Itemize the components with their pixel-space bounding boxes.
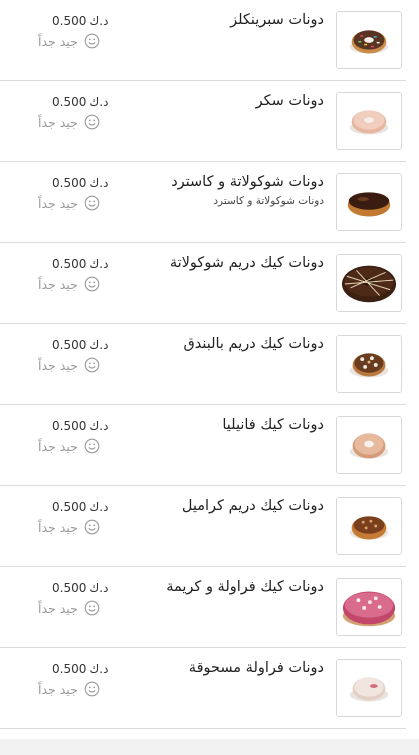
menu-item-row[interactable]: دونات كيك دريم بالبندق 0.500 د.ك جيد جداً bbox=[0, 324, 406, 405]
item-name[interactable]: دونات شوكولاتة و كاسترد bbox=[171, 174, 324, 190]
item-name[interactable]: دونات كيك فراولة و كريمة bbox=[166, 579, 324, 595]
item-name[interactable]: دونات كيك دريم شوكولاتة bbox=[170, 255, 324, 271]
menu-item-row[interactable]: دونات كيك دريم كراميل 0.500 د.ك جيد جداً bbox=[0, 486, 406, 567]
item-name[interactable]: دونات سبرينكلز bbox=[230, 12, 324, 28]
menu-item-row[interactable]: دونات سكر 0.500 د.ك جيد جداً bbox=[0, 81, 406, 162]
item-rating: جيد جداً bbox=[38, 194, 100, 212]
item-price: 0.500 د.ك bbox=[52, 176, 108, 190]
item-rating: جيد جداً bbox=[38, 518, 100, 536]
footer-bar bbox=[0, 739, 419, 755]
item-price: 0.500 د.ك bbox=[52, 257, 108, 271]
item-image[interactable] bbox=[336, 92, 402, 150]
powdered-strawberry-donut-image bbox=[337, 660, 401, 716]
item-name[interactable]: دونات كيك دريم كراميل bbox=[182, 498, 324, 514]
smile-icon bbox=[84, 681, 100, 697]
menu-item-row[interactable]: دونات فراولة مسحوقة 0.500 د.ك جيد جداً bbox=[0, 648, 406, 729]
vanilla-donut-image bbox=[337, 417, 401, 473]
chocolate-custard-donut-image bbox=[337, 174, 401, 230]
item-price: 0.500 د.ك bbox=[52, 500, 108, 514]
item-rating: جيد جداً bbox=[38, 356, 100, 374]
item-image[interactable] bbox=[336, 254, 402, 312]
item-rating: جيد جداً bbox=[38, 113, 100, 131]
smile-icon bbox=[84, 276, 100, 292]
rating-label: جيد جداً bbox=[38, 195, 78, 211]
rating-label: جيد جداً bbox=[38, 114, 78, 130]
menu-item-list: دونات سبرينكلز 0.500 د.ك جيد جداً دونات سكر 0… bbox=[0, 0, 406, 729]
item-rating: جيد جداً bbox=[38, 437, 100, 455]
item-description: دونات شوكولاتة و كاسترد bbox=[213, 195, 324, 207]
rating-label: جيد جداً bbox=[38, 519, 78, 535]
item-price: 0.500 د.ك bbox=[52, 419, 108, 433]
currency-label: د.ك bbox=[89, 338, 109, 352]
menu-item-row[interactable]: دونات سبرينكلز 0.500 د.ك جيد جداً bbox=[0, 0, 406, 81]
smile-icon bbox=[84, 519, 100, 535]
item-rating: جيد جداً bbox=[38, 599, 100, 617]
item-price: 0.500 د.ك bbox=[52, 581, 108, 595]
item-image[interactable] bbox=[336, 497, 402, 555]
sprinkle-donut-image bbox=[337, 12, 401, 68]
item-rating: جيد جداً bbox=[38, 275, 100, 293]
rating-label: جيد جداً bbox=[38, 33, 78, 49]
menu-item-row[interactable]: دونات شوكولاتة و كاسترد دونات شوكولاتة و … bbox=[0, 162, 406, 243]
hazelnut-donut-image bbox=[337, 336, 401, 392]
smile-icon bbox=[84, 195, 100, 211]
price-value: 0.500 bbox=[52, 257, 87, 271]
menu-item-row[interactable]: دونات كيك فانيليا 0.500 د.ك جيد جداً bbox=[0, 405, 406, 486]
item-image[interactable] bbox=[336, 11, 402, 69]
item-price: 0.500 د.ك bbox=[52, 14, 108, 28]
currency-label: د.ك bbox=[89, 176, 109, 190]
strawberry-cream-donut-image bbox=[337, 579, 401, 635]
price-value: 0.500 bbox=[52, 419, 87, 433]
smile-icon bbox=[84, 600, 100, 616]
item-image[interactable] bbox=[336, 659, 402, 717]
price-value: 0.500 bbox=[52, 14, 87, 28]
smile-icon bbox=[84, 438, 100, 454]
rating-label: جيد جداً bbox=[38, 600, 78, 616]
item-name[interactable]: دونات فراولة مسحوقة bbox=[189, 660, 324, 676]
currency-label: د.ك bbox=[89, 257, 109, 271]
item-price: 0.500 د.ك bbox=[52, 338, 108, 352]
item-name[interactable]: دونات كيك دريم بالبندق bbox=[183, 336, 324, 352]
price-value: 0.500 bbox=[52, 176, 87, 190]
item-price: 0.500 د.ك bbox=[52, 662, 108, 676]
currency-label: د.ك bbox=[89, 662, 109, 676]
price-value: 0.500 bbox=[52, 95, 87, 109]
menu-item-row[interactable]: دونات كيك دريم شوكولاتة 0.500 د.ك جيد جداً bbox=[0, 243, 406, 324]
price-value: 0.500 bbox=[52, 662, 87, 676]
rating-label: جيد جداً bbox=[38, 438, 78, 454]
menu-item-row[interactable]: دونات كيك فراولة و كريمة 0.500 د.ك جيد جداً bbox=[0, 567, 406, 648]
smile-icon bbox=[84, 33, 100, 49]
currency-label: د.ك bbox=[89, 14, 109, 28]
caramel-donut-image bbox=[337, 498, 401, 554]
item-rating: جيد جداً bbox=[38, 680, 100, 698]
item-price: 0.500 د.ك bbox=[52, 95, 108, 109]
smile-icon bbox=[84, 114, 100, 130]
rating-label: جيد جداً bbox=[38, 357, 78, 373]
price-value: 0.500 bbox=[52, 581, 87, 595]
item-name[interactable]: دونات سكر bbox=[256, 93, 324, 109]
currency-label: د.ك bbox=[89, 419, 109, 433]
item-image[interactable] bbox=[336, 578, 402, 636]
currency-label: د.ك bbox=[89, 581, 109, 595]
currency-label: د.ك bbox=[89, 95, 109, 109]
item-image[interactable] bbox=[336, 335, 402, 393]
item-image[interactable] bbox=[336, 173, 402, 231]
sugar-donut-image bbox=[337, 93, 401, 149]
rating-label: جيد جداً bbox=[38, 681, 78, 697]
item-rating: جيد جداً bbox=[38, 32, 100, 50]
currency-label: د.ك bbox=[89, 500, 109, 514]
smile-icon bbox=[84, 357, 100, 373]
price-value: 0.500 bbox=[52, 500, 87, 514]
price-value: 0.500 bbox=[52, 338, 87, 352]
rating-label: جيد جداً bbox=[38, 276, 78, 292]
chocolate-dream-donut-image bbox=[337, 255, 401, 311]
item-name[interactable]: دونات كيك فانيليا bbox=[222, 417, 324, 433]
item-image[interactable] bbox=[336, 416, 402, 474]
